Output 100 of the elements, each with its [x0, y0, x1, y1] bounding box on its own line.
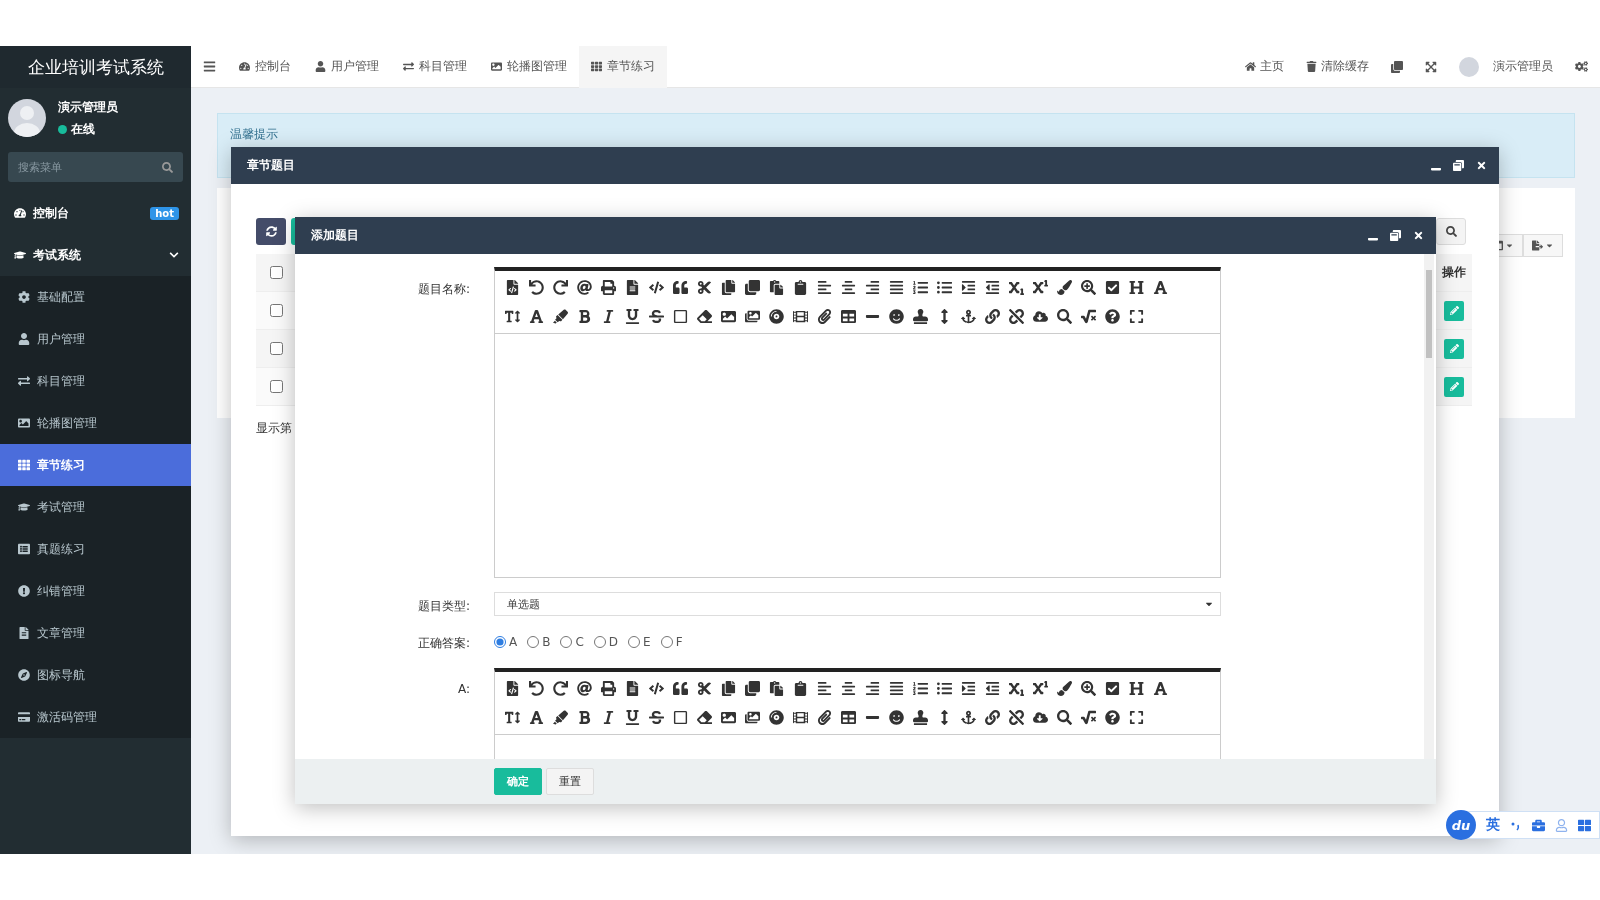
scrollbar[interactable]	[1424, 254, 1434, 759]
redo-icon[interactable]	[553, 280, 568, 295]
image-icon[interactable]	[721, 710, 736, 725]
answer-radio[interactable]: A	[494, 635, 518, 649]
font-color-icon[interactable]	[529, 309, 544, 324]
align-right-icon[interactable]	[865, 681, 880, 696]
table-icon[interactable]	[841, 710, 856, 725]
print-icon[interactable]	[601, 681, 616, 696]
close-icon[interactable]	[1476, 160, 1487, 171]
font-size-icon[interactable]	[505, 309, 520, 324]
strikethrough-icon[interactable]	[649, 710, 664, 725]
anchor-icon[interactable]	[961, 309, 976, 324]
source-code-icon[interactable]	[505, 280, 520, 295]
find-icon[interactable]	[1081, 280, 1096, 295]
paint-brush-icon[interactable]	[1057, 280, 1072, 295]
cloud-download-icon[interactable]	[1033, 710, 1048, 725]
copy-icon[interactable]	[721, 280, 736, 295]
align-center-icon[interactable]	[841, 280, 856, 295]
align-left-icon[interactable]	[817, 681, 832, 696]
formula-icon[interactable]	[1081, 309, 1096, 324]
restore-icon[interactable]	[1390, 230, 1401, 241]
border-icon[interactable]	[673, 710, 688, 725]
preview-icon[interactable]	[625, 280, 640, 295]
checkbox-icon[interactable]	[1105, 681, 1120, 696]
checkbox-icon[interactable]	[1105, 280, 1120, 295]
clipboard-icon[interactable]	[793, 681, 808, 696]
answer-radio[interactable]: F	[660, 635, 683, 649]
preview-icon[interactable]	[625, 681, 640, 696]
quote-icon[interactable]	[673, 681, 688, 696]
help-icon[interactable]	[1105, 309, 1120, 324]
highlight-icon[interactable]	[553, 309, 568, 324]
paste-icon[interactable]	[769, 681, 784, 696]
undo-icon[interactable]	[529, 280, 544, 295]
reset-button[interactable]: 重置	[546, 768, 594, 795]
formula-icon[interactable]	[1081, 710, 1096, 725]
fullscreen-icon[interactable]	[1129, 710, 1144, 725]
answer-radio[interactable]: E	[628, 635, 651, 649]
underline-icon[interactable]	[625, 710, 640, 725]
underline-icon[interactable]	[625, 309, 640, 324]
indent-icon[interactable]	[961, 280, 976, 295]
link-icon[interactable]	[985, 710, 1000, 725]
user-menu[interactable]: 演示管理员	[1459, 56, 1553, 77]
search-icon[interactable]	[1057, 309, 1072, 324]
bullet-list-icon[interactable]	[937, 681, 952, 696]
close-icon[interactable]	[1413, 230, 1424, 241]
restore-icon[interactable]	[1453, 160, 1464, 171]
at-sign-icon[interactable]	[577, 681, 592, 696]
nav-tab[interactable]: 用户管理	[303, 45, 391, 88]
help-icon[interactable]	[1105, 710, 1120, 725]
row-checkbox[interactable]	[270, 304, 283, 317]
italic-icon[interactable]	[601, 710, 616, 725]
superscript-icon[interactable]	[1033, 280, 1048, 295]
clone-icon[interactable]	[745, 681, 760, 696]
clipboard-icon[interactable]	[793, 280, 808, 295]
strikethrough-icon[interactable]	[649, 309, 664, 324]
images-icon[interactable]	[745, 710, 760, 725]
ordered-list-icon[interactable]	[913, 280, 928, 295]
toolbox-icon[interactable]	[1532, 818, 1545, 832]
type-select[interactable]: 单选题	[494, 592, 1221, 616]
nav-tab[interactable]: 科目管理	[391, 45, 479, 88]
rich-text-editor[interactable]	[494, 267, 1221, 578]
paint-brush-icon[interactable]	[1057, 681, 1072, 696]
subscript-icon[interactable]	[1009, 280, 1024, 295]
font-color-icon[interactable]	[529, 710, 544, 725]
copy-icon[interactable]	[721, 681, 736, 696]
fullscreen-icon[interactable]	[1129, 309, 1144, 324]
italic-icon[interactable]	[601, 309, 616, 324]
align-justify-icon[interactable]	[889, 681, 904, 696]
ime-logo[interactable]: du	[1446, 810, 1476, 840]
align-justify-icon[interactable]	[889, 280, 904, 295]
image-icon[interactable]	[721, 309, 736, 324]
smiley-icon[interactable]	[889, 710, 904, 725]
menu-search-field[interactable]: 搜索菜单	[8, 152, 183, 182]
bullet-list-icon[interactable]	[937, 280, 952, 295]
heading-icon[interactable]	[1129, 681, 1144, 696]
indent-icon[interactable]	[961, 681, 976, 696]
code-icon[interactable]	[649, 280, 664, 295]
ordered-list-icon[interactable]	[913, 681, 928, 696]
eraser-icon[interactable]	[697, 309, 712, 324]
header-link[interactable]: 清除缓存	[1306, 58, 1369, 75]
quote-icon[interactable]	[673, 280, 688, 295]
answer-radio[interactable]: B	[527, 635, 551, 649]
align-left-icon[interactable]	[817, 280, 832, 295]
nav-tab[interactable]: 轮播图管理	[479, 45, 579, 88]
fullscreen-icon[interactable]	[1425, 60, 1437, 73]
images-icon[interactable]	[745, 309, 760, 324]
heading-icon[interactable]	[1129, 280, 1144, 295]
film-icon[interactable]	[793, 710, 808, 725]
cloud-download-icon[interactable]	[1033, 309, 1048, 324]
subscript-icon[interactable]	[1009, 681, 1024, 696]
bold-icon[interactable]	[577, 710, 592, 725]
nav-tab[interactable]: 控制台	[227, 45, 303, 88]
outdent-icon[interactable]	[985, 280, 1000, 295]
select-all-checkbox[interactable]	[270, 266, 283, 279]
stamp-icon[interactable]	[913, 309, 928, 324]
row-checkbox[interactable]	[270, 342, 283, 355]
unlink-icon[interactable]	[1009, 309, 1024, 324]
answer-radio[interactable]: D	[593, 635, 619, 649]
row-checkbox[interactable]	[270, 380, 283, 393]
border-icon[interactable]	[673, 309, 688, 324]
